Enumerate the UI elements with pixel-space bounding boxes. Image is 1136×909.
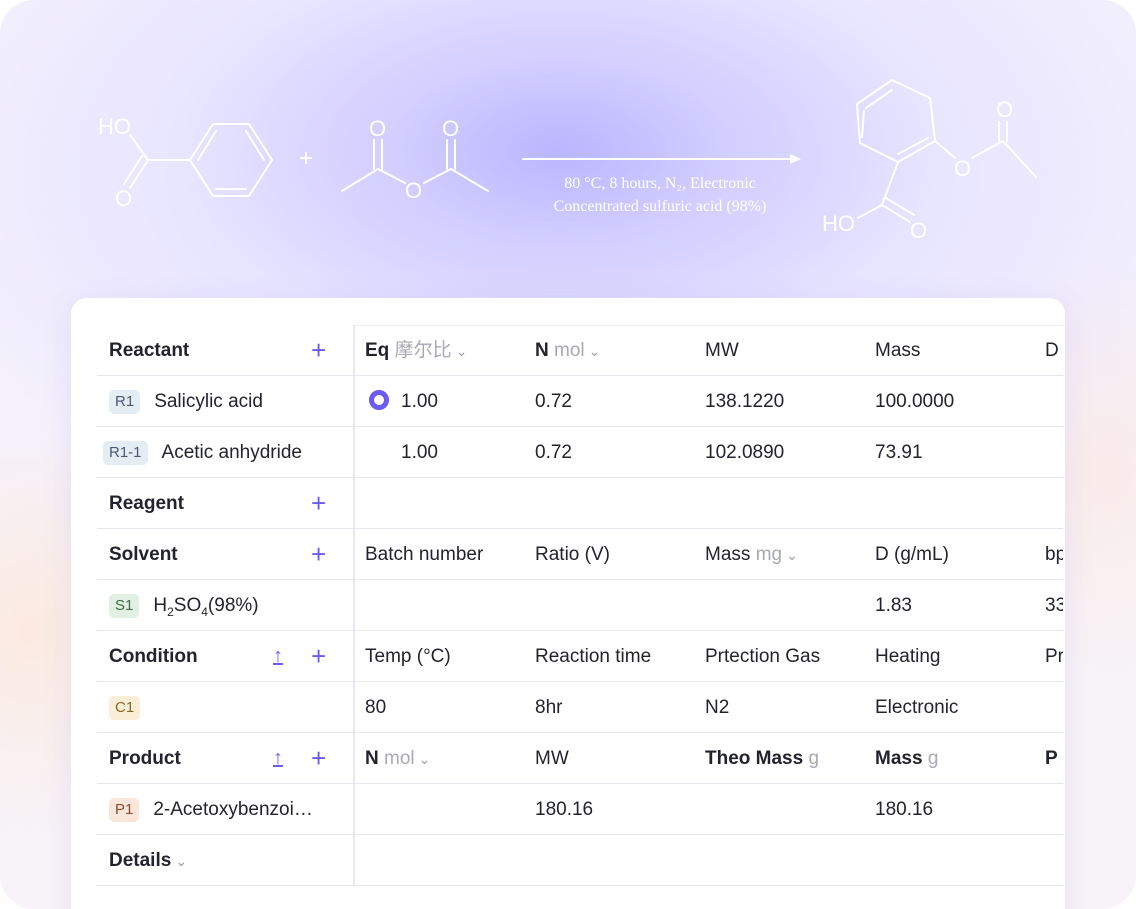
mw-value: 138.1220: [705, 391, 785, 412]
heating-value[interactable]: Electronic: [875, 682, 1035, 733]
reactant-tag: R1-1: [103, 440, 148, 465]
col-eq-header[interactable]: Eq 摩尔比 ⌄: [365, 325, 525, 376]
col-bp-header: bp: [1045, 544, 1063, 565]
condition-tag: C1: [109, 695, 141, 720]
limiting-reagent-radio[interactable]: [369, 389, 389, 410]
add-product-button[interactable]: +: [311, 733, 326, 784]
reactant-section-title: Reactant: [109, 340, 190, 361]
hydroxyl-label: HO: [98, 114, 131, 139]
solvent-section-title: Solvent: [109, 544, 178, 565]
chevron-down-icon: ⌄: [418, 751, 431, 767]
oxygen-label: O: [954, 156, 972, 181]
reagent-header-row: Reagent +: [97, 478, 1063, 529]
col-batch-header: Batch number: [365, 544, 484, 565]
add-reagent-button[interactable]: +: [311, 478, 326, 529]
table-row[interactable]: R1 Salicylic acid 1.00 0.72 138.1220 100.…: [97, 376, 1063, 427]
col-product-mass-header: Mass g: [875, 748, 939, 769]
n-value[interactable]: 0.72: [535, 427, 695, 478]
oxygen-label: O: [910, 218, 928, 243]
reaction-conditions-line1: 80 °C, 8 hours, N₂, Electronic: [564, 175, 756, 192]
col-product-n-header[interactable]: N mol ⌄: [365, 733, 525, 784]
product-mass-value[interactable]: 180.16: [875, 784, 1035, 835]
mw-value: 102.0890: [705, 442, 785, 463]
col-gas-header: Prtection Gas: [705, 646, 821, 667]
col-solvent-mass-header[interactable]: Mass mg ⌄: [705, 529, 865, 580]
plus-sign: +: [299, 145, 314, 172]
col-heating-header: Heating: [875, 646, 941, 667]
oxygen-label: O: [405, 178, 423, 203]
col-density-header: D (g/mL): [875, 544, 949, 565]
col-mw-header: MW: [705, 340, 739, 361]
col-product-mw-header: MW: [535, 748, 569, 769]
chevron-down-icon: ⌄: [588, 343, 601, 359]
product-name: 2-Acetoxybenzoi…: [153, 799, 313, 820]
table-row[interactable]: C1 80 8hr N2 Electronic: [97, 682, 1063, 733]
reactant-header-row: Reactant + Eq 摩尔比 ⌄ N mol ⌄ MW Mass D: [97, 325, 1063, 376]
reaction-scheme: HO O + O O O 80 °C, 8 hours, N₂, Electro…: [0, 0, 1136, 300]
eq-value[interactable]: 1.00: [401, 391, 438, 412]
product-mw-value: 180.16: [535, 799, 594, 820]
add-reactant-button[interactable]: +: [311, 325, 326, 376]
bp-value: 337: [1045, 595, 1063, 616]
time-value[interactable]: 8hr: [535, 682, 695, 733]
oxygen-label: O: [115, 186, 133, 211]
product-header-row: Product ↑ + N mol ⌄ MW Theo Mass g Mass g…: [97, 733, 1063, 784]
product-tag: P1: [109, 797, 140, 822]
col-n-header[interactable]: N mol ⌄: [535, 325, 695, 376]
eq-value[interactable]: 1.00: [401, 427, 531, 478]
add-condition-button[interactable]: +: [311, 631, 326, 682]
reactant-tag: R1: [109, 389, 141, 414]
table-row[interactable]: R1-1 Acetic anhydride 1.00 0.72 102.0890 …: [97, 427, 1063, 478]
details-toggle[interactable]: Details ⌄: [109, 835, 349, 886]
chevron-down-icon: ⌄: [786, 547, 798, 563]
product-section-title: Product: [109, 748, 181, 769]
temp-value[interactable]: 80: [365, 682, 525, 733]
density-value: 1.83: [875, 595, 912, 616]
reactant-name: Acetic anhydride: [161, 442, 302, 463]
add-solvent-button[interactable]: +: [311, 529, 326, 580]
hydroxyl-label: HO: [822, 211, 855, 236]
n-value[interactable]: 0.72: [535, 376, 695, 427]
col-theo-mass-header: Theo Mass g: [705, 748, 820, 769]
reaction-table: Reactant + Eq 摩尔比 ⌄ N mol ⌄ MW Mass D R1 Sa…: [97, 325, 1063, 890]
upload-icon[interactable]: ↑: [273, 733, 283, 784]
col-temp-header: Temp (°C): [365, 646, 451, 667]
chevron-down-icon: ⌄: [455, 343, 468, 359]
solvent-tag: S1: [109, 593, 140, 618]
oxygen-label: O: [996, 97, 1014, 122]
reaction-structures: [123, 78, 1037, 223]
col-purity-header: P: [1045, 748, 1058, 769]
reagent-section-title: Reagent: [109, 493, 184, 514]
gas-value[interactable]: N2: [705, 682, 865, 733]
oxygen-label: O: [442, 116, 460, 141]
mass-value[interactable]: 73.91: [875, 427, 1035, 478]
condition-section-title: Condition: [109, 646, 198, 667]
solvent-header-row: Solvent + Batch number Ratio (V) Mass mg…: [97, 529, 1063, 580]
oxygen-label: O: [369, 116, 387, 141]
col-ratio-header: Ratio (V): [535, 544, 610, 565]
solvent-name: H2SO4(98%): [153, 595, 259, 619]
reactant1-structure: [123, 123, 274, 197]
col-pressure-header: Pr: [1045, 646, 1063, 667]
col-d-header: D: [1045, 340, 1059, 361]
details-row[interactable]: Details ⌄: [97, 835, 1063, 886]
reactant-name: Salicylic acid: [154, 391, 263, 412]
app-canvas: HO O + O O O 80 °C, 8 hours, N₂, Electro…: [0, 0, 1136, 909]
table-row[interactable]: S1 H2SO4(98%) 1.83 337: [97, 580, 1063, 631]
col-time-header: Reaction time: [535, 646, 652, 667]
reaction-conditions-line2: Concentrated sulfuric acid (98%): [553, 198, 767, 215]
col-mass-header: Mass: [875, 340, 921, 361]
condition-header-row: Condition ↑ + Temp (°C) Reaction time Pr…: [97, 631, 1063, 682]
chevron-down-icon: ⌄: [175, 853, 188, 869]
table-row[interactable]: P1 2-Acetoxybenzoi… 180.16 180.16: [97, 784, 1063, 835]
upload-icon[interactable]: ↑: [273, 631, 283, 682]
mass-value[interactable]: 100.0000: [875, 376, 1035, 427]
